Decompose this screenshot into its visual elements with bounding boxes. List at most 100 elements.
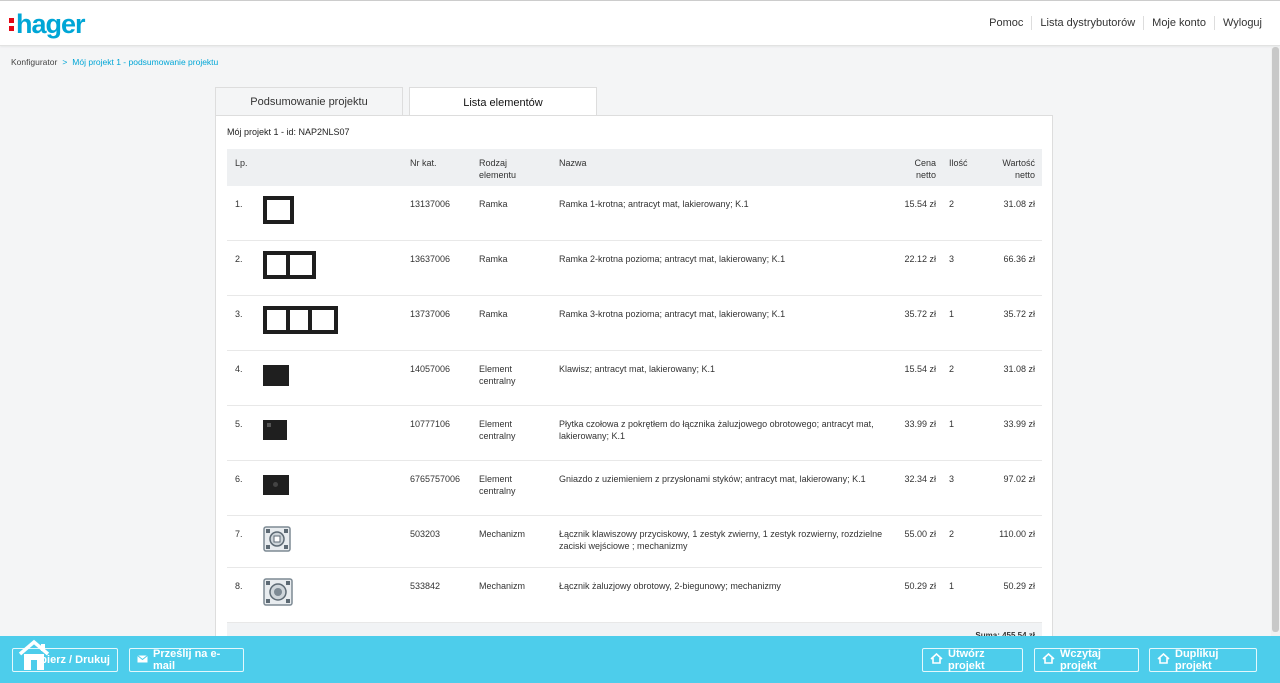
house-plus-icon [930, 652, 943, 667]
header-catalog-number: Nr kat. [410, 158, 437, 168]
row-name: Ramka 1-krotna; antracyt mat, lakierowan… [559, 199, 749, 209]
table-row: 2. 13637006 Ramka Ramka 2-krotna pozioma… [227, 241, 1042, 296]
row-net-value: 35.72 zł [1003, 309, 1035, 319]
envelope-icon [137, 654, 148, 666]
mechanism-icon [263, 526, 291, 555]
row-name: Gniazdo z uziemieniem z przysłonami styk… [559, 474, 866, 484]
header-element-type: Rodzaj elementu [479, 158, 517, 180]
row-catalog-number: 533842 [410, 581, 441, 591]
nav-logout[interactable]: Wyloguj [1213, 16, 1262, 30]
house-upload-icon [1042, 652, 1055, 667]
nav-my-account[interactable]: Moje konto [1143, 16, 1214, 30]
table-row: 7. 503203 Mechanizm Łącznik klawiszowy p… [227, 516, 1042, 568]
row-net-value: 50.29 zł [1003, 581, 1035, 591]
row-catalog-number: 13637006 [410, 254, 451, 264]
row-net-value: 97.02 zł [1003, 474, 1035, 484]
row-name: Płytka czołowa z pokrętłem do łącznika ż… [559, 419, 874, 441]
mechanism-icon [263, 578, 293, 609]
load-project-label: Wczytaj projekt [1060, 648, 1101, 672]
row-quantity: 1 [949, 309, 955, 319]
row-lp: 8. [235, 581, 243, 591]
row-lp: 3. [235, 309, 243, 319]
table-row: 4. 14057006 Element centralny Klawisz; a… [227, 351, 1042, 406]
email-button-label: Prześlij na e-mail [153, 648, 221, 672]
row-name: Łącznik klawiszowy przyciskowy, 1 zestyk… [559, 529, 883, 551]
row-name: Klawisz; antracyt mat, lakierowany; K.1 [559, 364, 716, 374]
row-catalog-number: 6765757006 [410, 474, 461, 484]
row-lp: 2. [235, 254, 243, 264]
row-catalog-number: 10777106 [410, 419, 451, 429]
breadcrumb: Konfigurator > Mój projekt 1 - podsumowani… [11, 57, 218, 67]
scrollbar-thumb[interactable] [1272, 47, 1279, 632]
nav-distributors[interactable]: Lista dystrybutorów [1031, 16, 1143, 30]
row-net-value: 66.36 zł [1003, 254, 1035, 264]
frame-3-icon [263, 306, 338, 334]
header-lp: Lp. [235, 158, 248, 168]
row-net-price: 33.99 zł [904, 419, 936, 429]
row-net-price: 35.72 zł [904, 309, 936, 319]
row-quantity: 2 [949, 199, 955, 209]
frame-2-icon [263, 251, 316, 279]
breadcrumb-root[interactable]: Konfigurator [11, 57, 57, 67]
elements-table: Lp. Nr kat. Rodzaj elementu Nazwa Cena n… [227, 149, 1042, 643]
load-project-button[interactable]: Wczytaj projekt [1034, 648, 1139, 672]
table-row: 5. 10777106 Element centralny Płytka czo… [227, 406, 1042, 461]
row-lp: 1. [235, 199, 243, 209]
header-net-price: Cena netto [914, 158, 936, 180]
cover-plate-icon [263, 420, 287, 440]
row-element-type: Ramka [479, 309, 508, 319]
row-lp: 7. [235, 529, 243, 539]
header: hager Pomoc Lista dystrybutorów Moje kon… [0, 0, 1280, 46]
row-element-type: Ramka [479, 254, 508, 264]
header-name: Nazwa [559, 158, 587, 168]
row-quantity: 3 [949, 474, 955, 484]
rocker-icon [263, 365, 289, 386]
breadcrumb-separator: > [62, 57, 68, 67]
tab-project-summary[interactable]: Podsumowanie projektu [215, 87, 403, 116]
row-element-type: Mechanizm [479, 529, 526, 539]
row-quantity: 3 [949, 254, 955, 264]
row-quantity: 1 [949, 581, 955, 591]
row-net-value: 31.08 zł [1003, 364, 1035, 374]
row-element-type: Element centralny [479, 419, 516, 441]
house-logo-icon [17, 638, 51, 672]
row-net-price: 15.54 zł [904, 199, 936, 209]
frame-1-icon [263, 196, 294, 224]
row-net-price: 22.12 zł [904, 254, 936, 264]
socket-icon [263, 475, 289, 495]
nav-help[interactable]: Pomoc [981, 16, 1031, 30]
duplicate-project-button[interactable]: Duplikuj projekt [1149, 648, 1257, 672]
row-name: Łącznik żaluzjowy obrotowy, 2-biegunowy;… [559, 581, 781, 591]
element-list-panel: Mój projekt 1 - id: NAP2NLS07 Lp. Nr kat… [215, 115, 1053, 645]
row-net-price: 50.29 zł [904, 581, 936, 591]
row-lp: 5. [235, 419, 243, 429]
row-net-value: 31.08 zł [1003, 199, 1035, 209]
tab-element-list[interactable]: Lista elementów [409, 87, 597, 117]
row-element-type: Ramka [479, 199, 508, 209]
row-net-price: 55.00 zł [904, 529, 936, 539]
header-net-value: Wartość netto [1002, 158, 1035, 180]
table-row: 8. 533842 Mechanizm Łącznik żaluzjowy ob… [227, 568, 1042, 623]
logo-mark-icon [9, 17, 14, 31]
row-lp: 6. [235, 474, 243, 484]
hager-logo[interactable]: hager [9, 8, 86, 39]
row-quantity: 2 [949, 529, 955, 539]
row-net-value: 33.99 zł [1003, 419, 1035, 429]
create-project-button[interactable]: Utwórz projekt [922, 648, 1023, 672]
create-project-label: Utwórz projekt [948, 648, 985, 672]
bottom-action-bar: Pobierz / Drukuj Prześlij na e-mail Utwó… [0, 636, 1280, 683]
table-row: 6. 6765757006 Element centralny Gniazdo … [227, 461, 1042, 516]
table-header: Lp. Nr kat. Rodzaj elementu Nazwa Cena n… [227, 149, 1042, 186]
row-element-type: Mechanizm [479, 581, 526, 591]
house-duplicate-icon [1157, 652, 1170, 667]
row-element-type: Element centralny [479, 364, 516, 386]
email-button[interactable]: Prześlij na e-mail [129, 648, 244, 672]
project-title: Mój projekt 1 - id: NAP2NLS07 [227, 127, 350, 137]
header-quantity: Ilość [949, 158, 968, 168]
row-catalog-number: 13137006 [410, 199, 451, 209]
row-lp: 4. [235, 364, 243, 374]
row-catalog-number: 14057006 [410, 364, 451, 374]
row-quantity: 1 [949, 419, 955, 429]
logo-text: hager [16, 8, 86, 39]
table-row: 1. 13137006 Ramka Ramka 1-krotna; antrac… [227, 186, 1042, 241]
